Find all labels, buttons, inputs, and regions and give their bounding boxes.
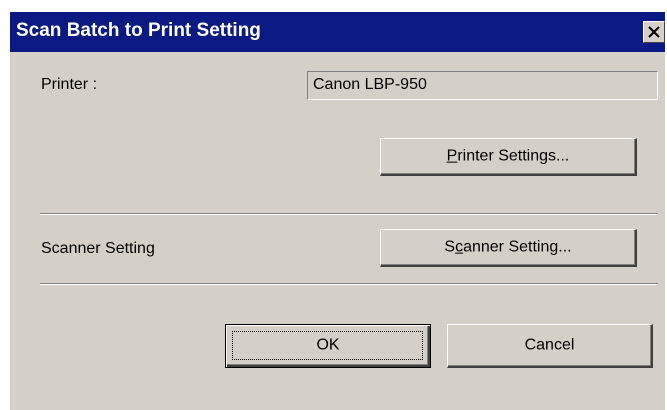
printer-name-field: Canon LBP-950 [307, 71, 658, 100]
printer-settings-button[interactable]: Printer Settings... [380, 138, 637, 176]
close-button[interactable] [643, 21, 665, 43]
printer-settings-label: Printer Settings... [446, 147, 570, 165]
scanner-setting-button[interactable]: Scanner Setting... [380, 229, 637, 267]
cancel-button[interactable]: Cancel [447, 324, 653, 368]
window-title: Scan Batch to Print Setting [16, 20, 261, 41]
cancel-label: Cancel [524, 336, 575, 354]
ok-label: OK [316, 336, 340, 354]
separator-top [40, 213, 658, 215]
scanner-setting-label: Scanner Setting [41, 240, 155, 257]
scanner-setting-button-label: Scanner Setting... [444, 238, 572, 256]
title-bar[interactable]: Scan Batch to Print Setting [10, 12, 665, 52]
ok-button[interactable]: OK [225, 324, 431, 368]
close-icon [648, 26, 660, 38]
printer-label: Printer : [41, 76, 98, 93]
scan-batch-dialog: Scan Batch to Print Setting Printer : Ca… [8, 10, 665, 410]
separator-bottom [40, 283, 658, 285]
